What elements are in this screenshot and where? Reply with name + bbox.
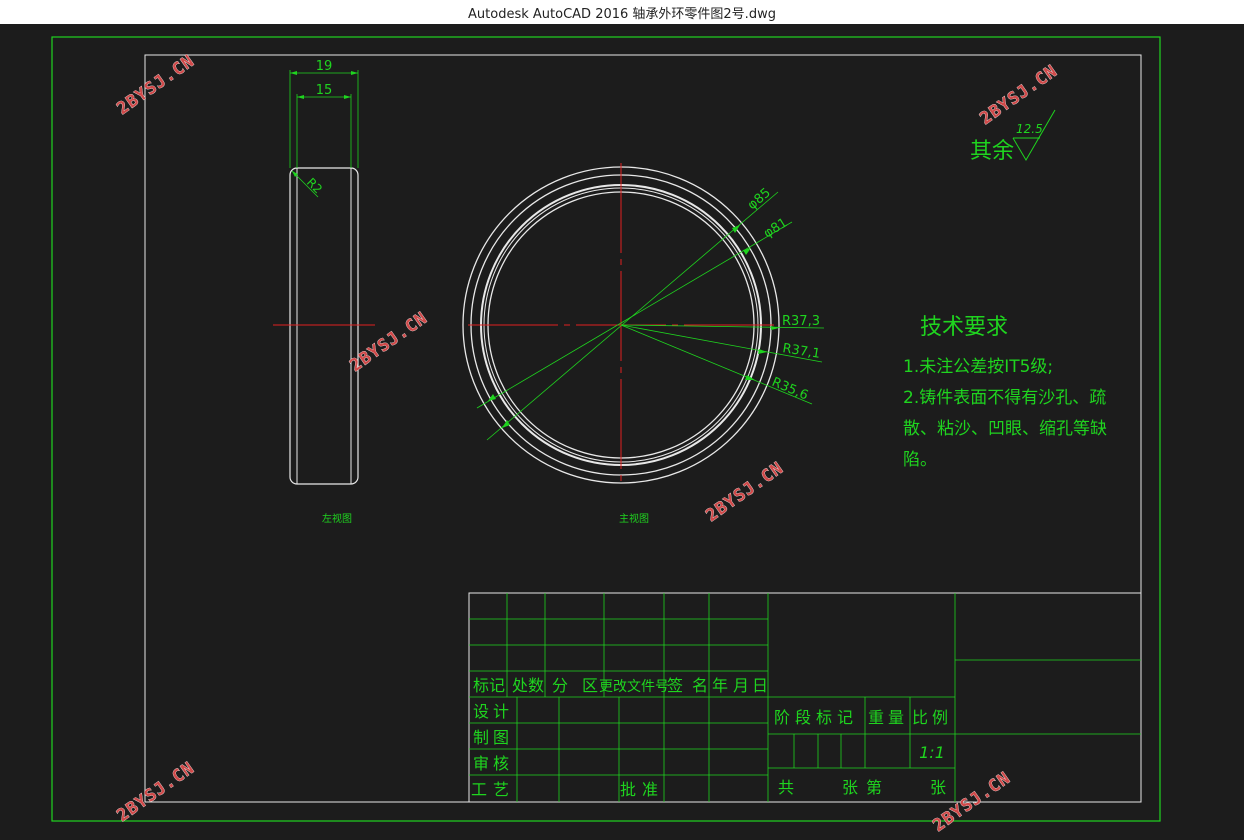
tech-req-line2: 2.铸件表面不得有沙孔、疏 bbox=[903, 388, 1106, 408]
dim-text-d81: φ81 bbox=[761, 215, 790, 241]
surface-finish-value: 12.5 bbox=[1016, 122, 1043, 136]
dim-text-19: 19 bbox=[316, 59, 333, 74]
tb-header-zone: 区 bbox=[582, 676, 598, 695]
tb-scale: 比例 bbox=[912, 708, 952, 727]
tb-weight: 重量 bbox=[868, 708, 908, 727]
dim-arrow bbox=[771, 326, 779, 330]
watermark-5: 2BYSJ.CN bbox=[113, 758, 198, 826]
tech-req-line3: 散、粘沙、凹眼、缩孔等缺 bbox=[903, 419, 1107, 439]
tb-check: 审核 bbox=[473, 754, 513, 773]
surface-finish-label: 其余 bbox=[970, 139, 1014, 164]
tb-header-change-doc: 更改文件号 bbox=[599, 679, 669, 695]
dim-arrow bbox=[351, 71, 358, 75]
tb-header-mark: 标记 bbox=[473, 676, 505, 695]
tb-header-part: 分 bbox=[552, 676, 568, 695]
tb-header-sign: 签 bbox=[667, 676, 683, 695]
title-block: 标记 处数 分 区 更改文件号 签 名 年 月 日 设计 制图 审核 工艺 批准… bbox=[468, 592, 1142, 803]
drawing-canvas[interactable]: 19 15 R2 左视图 φ85 φ81 R37,3 R37,1 R35,6 主… bbox=[0, 24, 1244, 836]
dim-arrow bbox=[743, 248, 751, 255]
dim-text-r37-1: R37,1 bbox=[781, 341, 821, 362]
dim-arrow bbox=[297, 95, 304, 99]
watermark-4: 2BYSJ.CN bbox=[702, 458, 787, 526]
tb-stage-mark: 阶段标记 bbox=[774, 708, 858, 727]
left-view-caption: 左视图 bbox=[322, 512, 352, 525]
tb-header-day: 日 bbox=[752, 676, 768, 695]
dim-text-15: 15 bbox=[316, 83, 333, 98]
front-view-caption: 主视图 bbox=[619, 512, 649, 525]
drawing-svg[interactable]: 19 15 R2 左视图 φ85 φ81 R37,3 R37,1 R35,6 主… bbox=[0, 24, 1244, 836]
watermark-3: 2BYSJ.CN bbox=[346, 308, 431, 376]
left-view-profile bbox=[289, 167, 359, 485]
tb-header-count: 处数 bbox=[512, 676, 544, 695]
tb-sheets: 张 bbox=[842, 778, 858, 797]
tb-header-month: 月 bbox=[733, 676, 749, 695]
tech-req-line1: 1.未注公差按IT5级; bbox=[903, 357, 1053, 377]
tb-total: 共 bbox=[778, 778, 794, 797]
watermark-2: 2BYSJ.CN bbox=[976, 61, 1061, 129]
tb-sheet-no: 第 bbox=[866, 778, 882, 797]
dim-text-d85: φ85 bbox=[745, 185, 774, 213]
dim-arrow bbox=[745, 375, 755, 380]
tb-draw: 制图 bbox=[473, 728, 513, 747]
tech-requirements: 技术要求 1.未注公差按IT5级; 2.铸件表面不得有沙孔、疏 散、粘沙、凹眼、… bbox=[903, 315, 1107, 470]
dim-arrow bbox=[344, 95, 351, 99]
dim-text-r2: R2 bbox=[304, 175, 325, 196]
dim-text-r37-3: R37,3 bbox=[782, 314, 820, 329]
dim-arrow bbox=[290, 71, 297, 75]
tech-req-title: 技术要求 bbox=[920, 315, 1008, 340]
window-title: Autodesk AutoCAD 2016 轴承外环零件图2号.dwg bbox=[468, 7, 776, 22]
tb-design: 设计 bbox=[473, 702, 513, 721]
tb-process: 工艺 bbox=[471, 780, 515, 799]
dim-arrow bbox=[758, 349, 767, 354]
tb-approve: 批准 bbox=[620, 780, 664, 799]
tb-header-name: 名 bbox=[692, 676, 708, 695]
title-block-border bbox=[468, 592, 1142, 803]
left-view: 19 15 R2 左视图 bbox=[273, 59, 375, 525]
tb-sheet-unit: 张 bbox=[930, 778, 946, 797]
tech-req-line4: 陷。 bbox=[903, 450, 937, 470]
window-titlebar: Autodesk AutoCAD 2016 轴承外环零件图2号.dwg bbox=[0, 0, 1244, 25]
tb-scale-value: 1:1 bbox=[919, 743, 945, 762]
watermark-1: 2BYSJ.CN bbox=[113, 51, 198, 119]
dim-text-r35-6: R35,6 bbox=[769, 375, 810, 404]
tb-header-year: 年 bbox=[712, 676, 728, 695]
